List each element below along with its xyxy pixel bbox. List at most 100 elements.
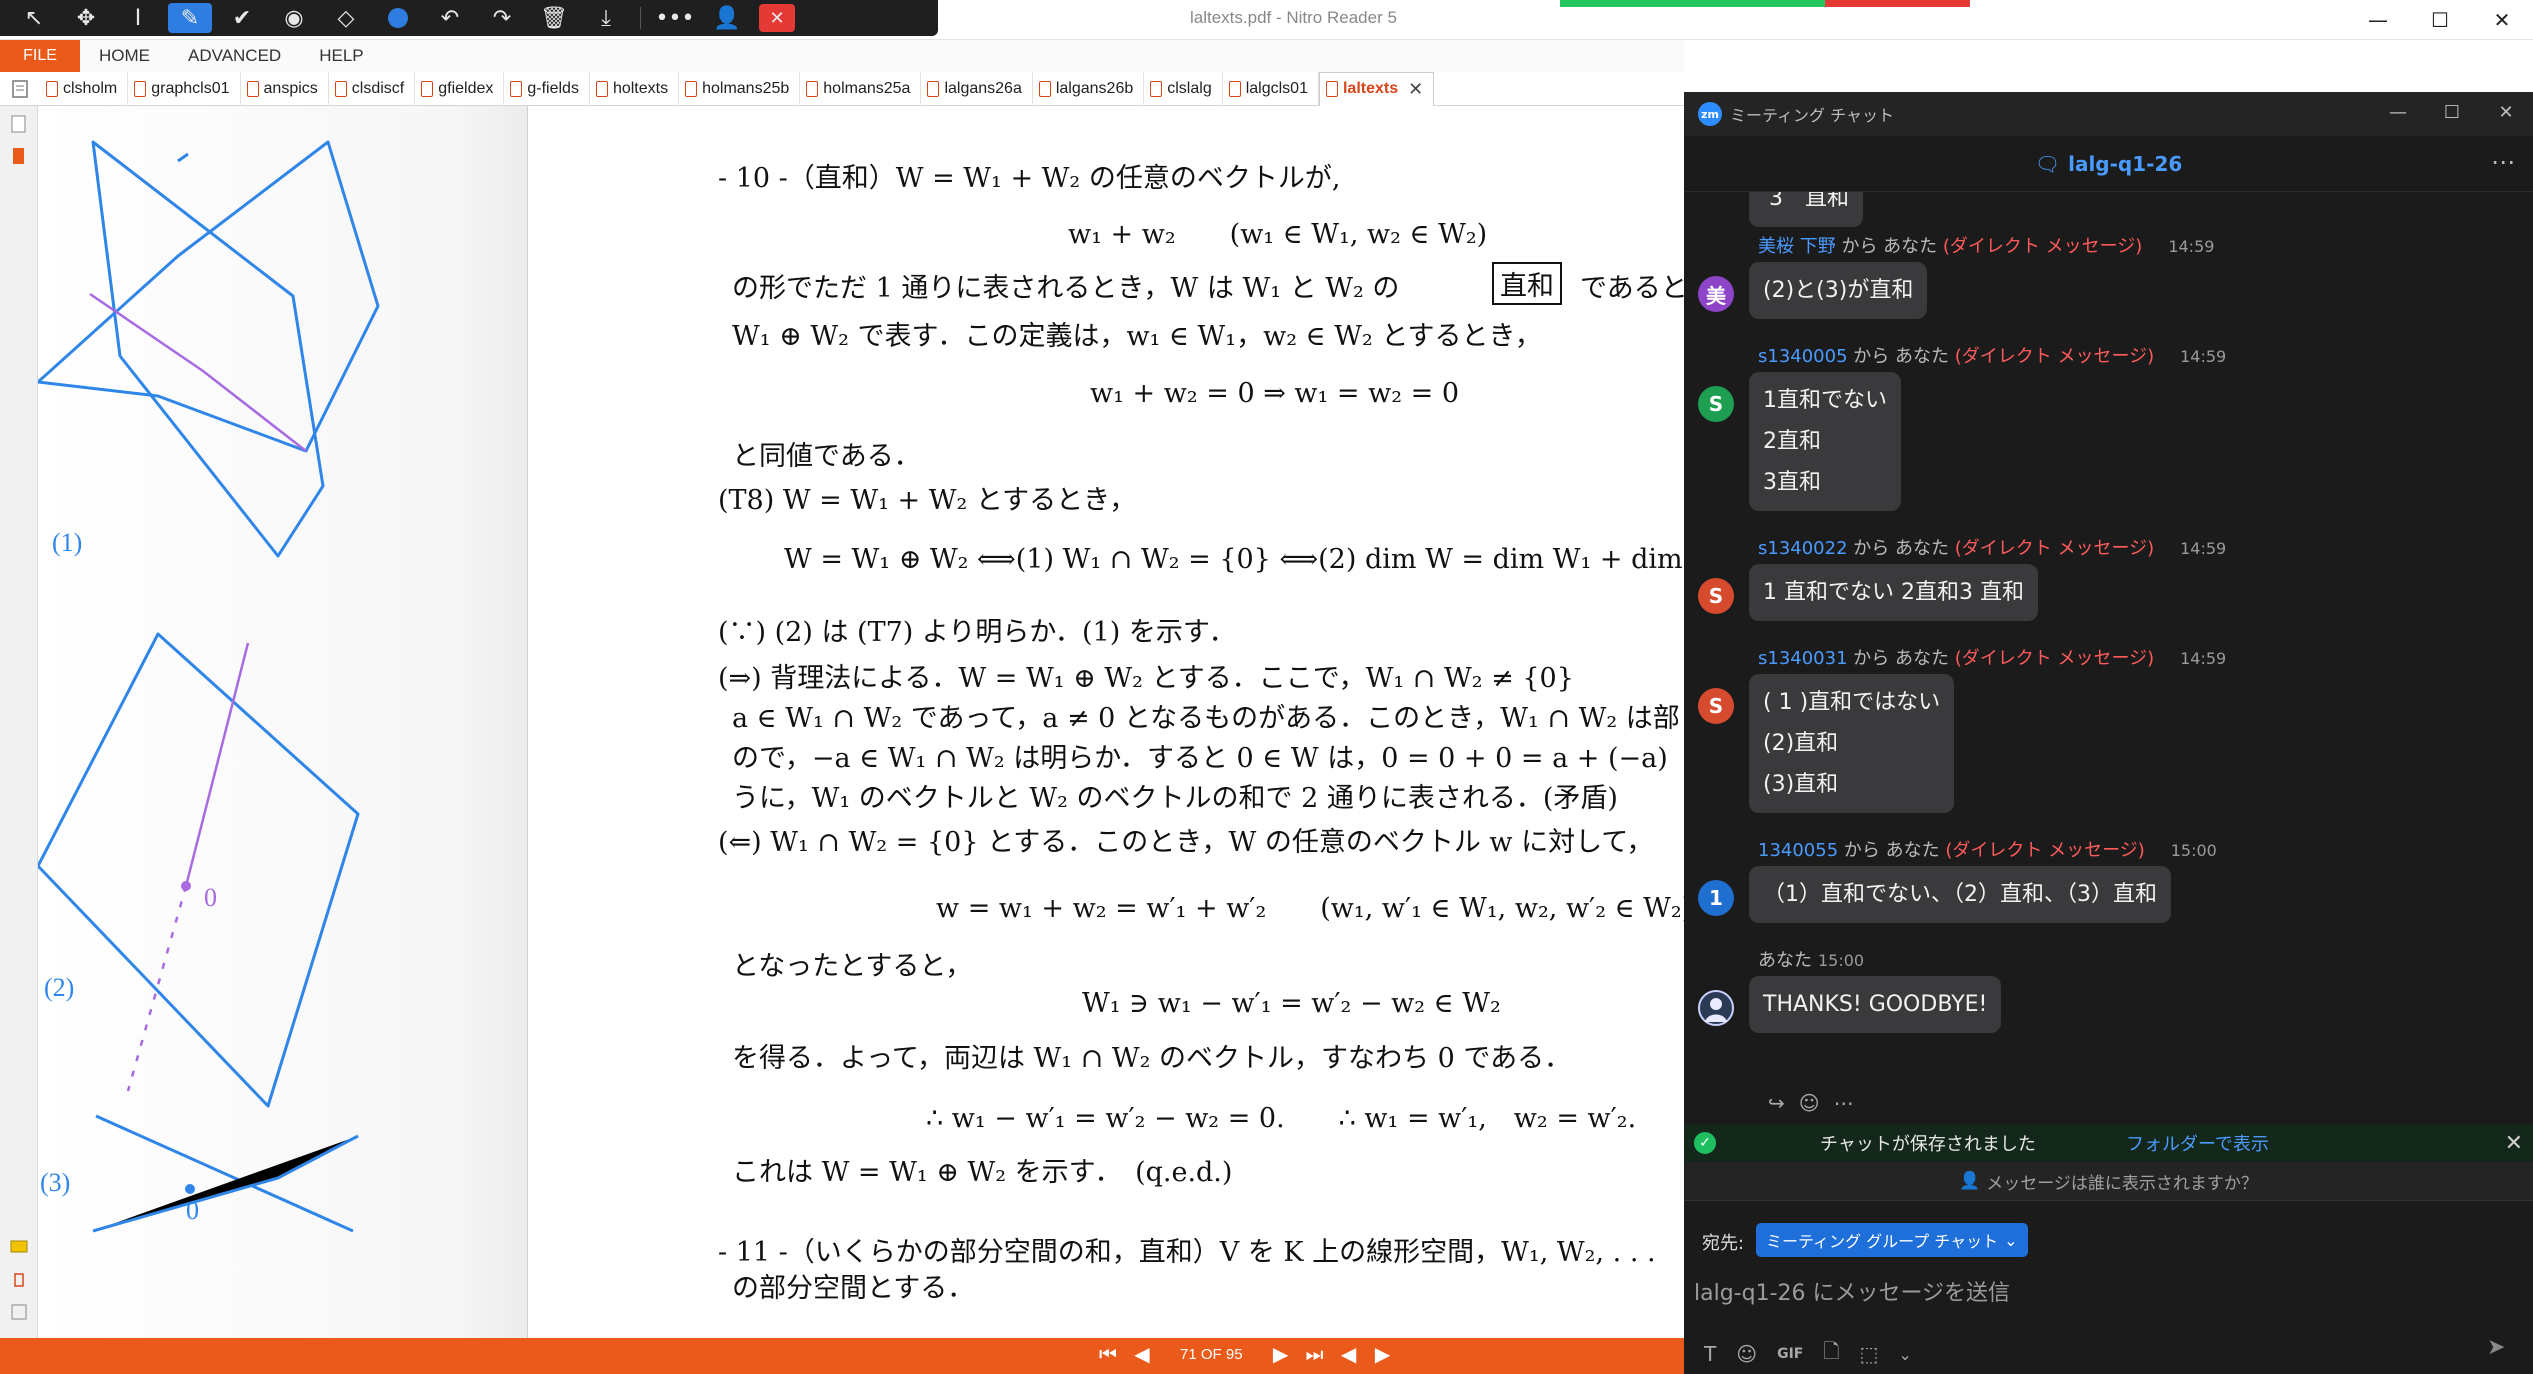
sender-name[interactable]: 美桜 下野	[1758, 236, 1836, 257]
section-11-heading: - 11 -（いくらかの部分空間の和，直和）V を K 上の線形空間，W₁, W…	[718, 1237, 1656, 1268]
format-text-icon[interactable]: T	[1704, 1342, 1716, 1366]
undo-icon[interactable]: ↶	[424, 0, 476, 36]
sender-name[interactable]: s1340031	[1758, 648, 1848, 669]
reaction-icon[interactable]: ☺	[1799, 1091, 1820, 1115]
avatar[interactable]: 美	[1698, 276, 1734, 312]
prev-page-icon[interactable]: ◀	[1130, 1342, 1154, 1366]
chevron-down-icon[interactable]: ⌄	[1898, 1345, 1911, 1364]
attachments-icon[interactable]	[9, 1270, 29, 1290]
tab-lalgans26b[interactable]: lalgans26b	[1033, 71, 1145, 106]
maximize-button[interactable]: ☐	[2409, 0, 2471, 40]
document-view[interactable]: (1) (2) (3) 0 0 - 10 -（直和）W = W₁ + W₂ の任…	[38, 106, 1684, 1338]
send-icon[interactable]: ➤	[2487, 1335, 2515, 1363]
select-arrow-icon[interactable]: ↖	[8, 0, 60, 36]
trash-icon[interactable]: 🗑	[528, 0, 580, 36]
menu-home[interactable]: HOME	[80, 46, 169, 66]
menu-advanced[interactable]: ADVANCED	[169, 46, 300, 66]
show-in-folder-link[interactable]: フォルダーで表示	[2126, 1130, 2269, 1156]
tab-clslalg[interactable]: clslalg	[1144, 71, 1223, 106]
tab-lalgcls01[interactable]: lalgcls01	[1223, 71, 1319, 106]
ink-intersection-1	[89, 292, 307, 452]
sender-name[interactable]: 1340055	[1758, 840, 1838, 861]
document-tab-bar: clsholm graphcls01 anspics clsdiscf gfieldex…	[0, 71, 1684, 106]
tab-g-fields[interactable]: g-fields	[504, 71, 590, 106]
tab-holmans25b[interactable]: holmans25b	[679, 71, 801, 106]
avatar[interactable]: S	[1698, 688, 1734, 724]
pen-icon[interactable]: ✎	[168, 3, 212, 33]
screenshot-icon[interactable]: ⬚	[1859, 1342, 1878, 1366]
chat-bubble-icon: 🗨	[2034, 151, 2061, 176]
more-actions-icon[interactable]: ⋯	[1834, 1091, 1854, 1115]
tab-gfieldex[interactable]: gfieldex	[415, 71, 505, 106]
redo-icon[interactable]: ↷	[476, 0, 528, 36]
chat-minimize-button[interactable]: —	[2383, 102, 2413, 123]
gif-icon[interactable]: GIF	[1777, 1346, 1803, 1362]
recipient-dropdown[interactable]: ミーティング グループ チャット ⌄	[1756, 1223, 2028, 1257]
tab-lalgans26a[interactable]: lalgans26a	[921, 71, 1033, 106]
file-menu[interactable]: FILE	[0, 40, 80, 72]
share-status-red[interactable]	[1825, 0, 1970, 7]
participant-icon[interactable]: 👤	[701, 0, 753, 36]
pdf-file-icon	[595, 80, 608, 97]
output-icon[interactable]	[9, 1302, 29, 1322]
ink-plane-2	[38, 632, 360, 1108]
tab-laltexts[interactable]: laltexts ✕	[1318, 71, 1435, 106]
self-avatar-icon	[1705, 998, 1727, 1022]
back-view-icon[interactable]: ◀	[1337, 1342, 1361, 1366]
avatar[interactable]: 1	[1698, 880, 1734, 916]
channel-name[interactable]: lalg-q1-26	[2068, 152, 2182, 176]
dismiss-banner-icon[interactable]: ✕	[2505, 1131, 2523, 1156]
tab-holmans25a[interactable]: holmans25a	[800, 71, 922, 106]
bookmarks-icon[interactable]	[9, 146, 29, 166]
sender-name[interactable]: s1340005	[1758, 346, 1848, 367]
more-icon[interactable]: •••	[649, 0, 701, 36]
last-page-icon[interactable]: ⏭	[1303, 1342, 1327, 1366]
reply-icon[interactable]: ↪	[1768, 1091, 1785, 1115]
pan-move-icon[interactable]: ✥	[60, 0, 112, 36]
ink-line-3a	[95, 1114, 354, 1233]
menu-help[interactable]: HELP	[300, 46, 382, 66]
minimize-button[interactable]: —	[2347, 0, 2409, 40]
ink-line-2-upper	[184, 642, 250, 887]
first-page-icon[interactable]: ⏮	[1096, 1342, 1120, 1366]
close-icon[interactable]: ✕	[759, 4, 795, 32]
visibility-text: メッセージは誰に表示されますか？	[1986, 1173, 2258, 1194]
page-indicator[interactable]: 71 OF 95	[1164, 1346, 1259, 1363]
more-options-icon[interactable]: ⋯	[2491, 148, 2515, 176]
message-meta: 美桜 下野 から あなた (ダイレクト メッセージ) 14:59	[1758, 232, 2214, 258]
message-list[interactable]: 3 直和 美桜 下野 から あなた (ダイレクト メッセージ) 14:59 美 (…	[1684, 192, 2533, 1216]
text-cursor-icon[interactable]: I	[112, 0, 164, 36]
message-time: 14:59	[2168, 237, 2215, 256]
message-input[interactable]	[1694, 1273, 2514, 1313]
tab-anspics[interactable]: anspics	[241, 71, 329, 106]
next-page-icon[interactable]: ▶	[1269, 1342, 1293, 1366]
visibility-notice[interactable]: 👤 メッセージは誰に表示されますか？	[1684, 1162, 2533, 1200]
tab-clsdiscf[interactable]: clsdiscf	[329, 71, 416, 106]
pages-icon[interactable]	[9, 114, 29, 134]
color-blue-icon[interactable]	[372, 0, 424, 36]
handwritten-sketch: (1) (2) (3) 0 0	[38, 140, 380, 1233]
tab-list-icon[interactable]	[0, 72, 40, 106]
shape-icon[interactable]: ◉	[268, 0, 320, 36]
pdf-file-icon	[927, 80, 940, 97]
annotation-toolbar: ↖ ✥ I ✎ ✔ ◉ ◇ ↶ ↷ 🗑 ⤓ ••• 👤 ✕	[0, 0, 938, 36]
download-icon[interactable]: ⤓	[580, 0, 632, 36]
close-tab-icon[interactable]: ✕	[1408, 79, 1423, 100]
forward-view-icon[interactable]: ▶	[1371, 1342, 1395, 1366]
emoji-icon[interactable]: ☺	[1736, 1342, 1757, 1366]
avatar[interactable]: S	[1698, 578, 1734, 614]
tab-holtexts[interactable]: holtexts	[590, 71, 680, 106]
tab-clsholm[interactable]: clsholm	[40, 71, 129, 106]
check-icon[interactable]: ✔	[216, 0, 268, 36]
comments-icon[interactable]	[9, 1238, 29, 1258]
avatar[interactable]: S	[1698, 386, 1734, 422]
chat-close-button[interactable]: ✕	[2491, 102, 2521, 123]
file-icon[interactable]: 🗋	[1823, 1337, 1839, 1371]
chat-maximize-button[interactable]: ☐	[2437, 102, 2467, 123]
self-avatar[interactable]	[1698, 990, 1734, 1026]
sender-name[interactable]: s1340022	[1758, 538, 1848, 559]
tab-graphcls01[interactable]: graphcls01	[128, 71, 241, 106]
text-line: (∵) (2) は (T7) より明らか．(1) を示す．	[718, 617, 1236, 648]
close-window-button[interactable]: ✕	[2471, 0, 2533, 40]
eraser-icon[interactable]: ◇	[320, 0, 372, 36]
